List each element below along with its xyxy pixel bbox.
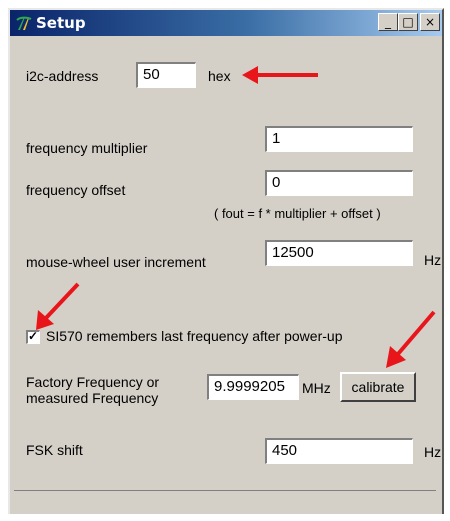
mouse-wheel-increment-field[interactable]: 12500 [265, 240, 413, 266]
factory-frequency-unit-label: MHz [302, 380, 331, 396]
increment-unit-label: Hz [424, 252, 442, 268]
mouse-wheel-increment-label: mouse-wheel user increment [26, 254, 206, 270]
formula-text: ( fout = f * multiplier + offset ) [214, 206, 381, 221]
factory-frequency-field[interactable]: 9.9999205 [207, 374, 299, 400]
fsk-shift-field[interactable]: 450 [265, 438, 413, 464]
minimize-button[interactable]: _ [378, 13, 398, 31]
close-button[interactable]: × [420, 13, 440, 31]
i2c-unit-label: hex [208, 68, 231, 84]
frequency-multiplier-label: frequency multiplier [26, 140, 148, 156]
frequency-multiplier-field[interactable]: 1 [265, 126, 413, 152]
measured-frequency-label: measured Frequency [26, 390, 159, 406]
remember-frequency-label: SI570 remembers last frequency after pow… [46, 328, 343, 344]
red-arrow-icon [36, 282, 80, 330]
fsk-shift-label: FSK shift [26, 442, 83, 458]
red-arrow-icon [386, 310, 436, 368]
setup-window: Setup _ □ × i2c-address 50 hex frequency… [8, 8, 444, 514]
i2c-address-label: i2c-address [26, 68, 99, 84]
i2c-address-field[interactable]: 50 [136, 62, 196, 88]
remember-frequency-checkbox[interactable]: ✓ [26, 329, 40, 344]
frequency-offset-field[interactable]: 0 [265, 170, 413, 196]
app-icon [16, 16, 32, 30]
window-title: Setup [36, 14, 86, 32]
factory-frequency-label: Factory Frequency or [26, 374, 160, 390]
fsk-unit-label: Hz [424, 444, 442, 460]
frequency-offset-label: frequency offset [26, 182, 126, 198]
checkmark-icon: ✓ [28, 329, 39, 343]
maximize-button[interactable]: □ [398, 13, 418, 31]
title-bar[interactable]: Setup _ □ × [10, 10, 442, 36]
bottom-panel [14, 490, 436, 521]
red-arrow-icon [242, 66, 318, 84]
calibrate-button[interactable]: calibrate [340, 372, 416, 402]
